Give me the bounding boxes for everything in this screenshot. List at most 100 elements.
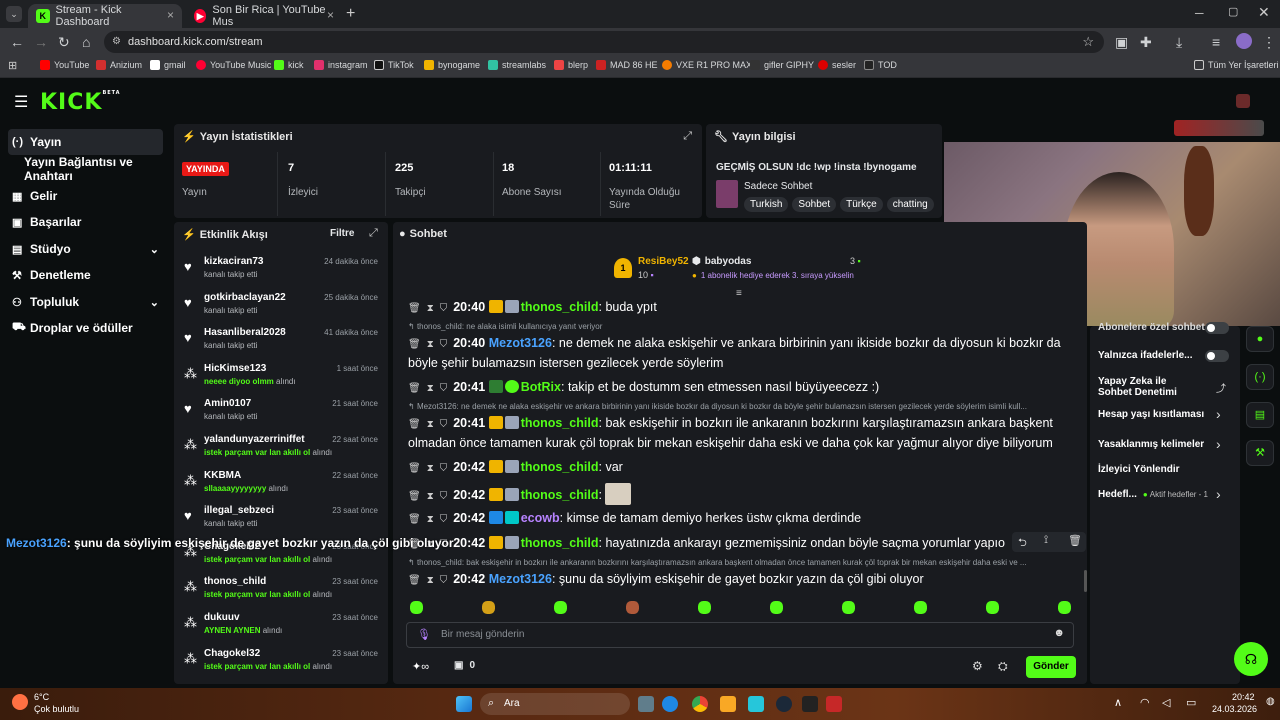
- hamburger-menu-icon[interactable]: ☰: [14, 92, 28, 112]
- activity-item[interactable]: ⁂ HicKimse123 1 saat önce neeee diyoo olmm …: [178, 361, 384, 395]
- epic-games-icon[interactable]: [802, 696, 818, 712]
- bookmark-anizium[interactable]: Anizium: [96, 60, 142, 70]
- tray-chevron-icon[interactable]: ∧: [1114, 696, 1122, 709]
- back-icon[interactable]: ←: [10, 34, 24, 50]
- screenshot-icon[interactable]: ▣: [1115, 34, 1128, 51]
- timeout-icon[interactable]: ⧗: [427, 459, 434, 478]
- setting-subs-only[interactable]: Abonelere özel sohbet: [1098, 322, 1205, 333]
- activity-username[interactable]: yalandunyazerriniffet: [204, 434, 305, 445]
- profile-avatar-icon[interactable]: [1236, 33, 1252, 49]
- microphone-icon[interactable]: 🎙︎: [417, 628, 431, 641]
- bookmark-giphy[interactable]: gifler GIPHY: [750, 60, 814, 70]
- close-window-button[interactable]: ✕: [1258, 4, 1270, 21]
- message-username[interactable]: thonos_child: [521, 300, 599, 314]
- sidebar-item-yayin[interactable]: (·) Yayın: [8, 129, 163, 155]
- moderation-button[interactable]: ⚒: [1246, 440, 1274, 466]
- chat-message[interactable]: 🗑︎ ⧗ ⛉ 20:42 thonos_child:: [408, 483, 1088, 506]
- category-name[interactable]: Sadece Sohbet: [744, 181, 812, 192]
- obs-icon[interactable]: [826, 696, 842, 712]
- chat-input[interactable]: 🎙︎ Bir mesaj gönderin ☻: [406, 622, 1074, 648]
- apps-grid-icon[interactable]: ⊞: [8, 59, 17, 72]
- tab-kick-dashboard[interactable]: K Stream - Kick Dashboard ×: [28, 4, 182, 28]
- tab-list-icon[interactable]: ⌄: [6, 6, 22, 22]
- setting-banned-words[interactable]: Yasaklanmış kelimeler: [1098, 439, 1204, 450]
- close-tab-icon[interactable]: ×: [327, 8, 334, 22]
- gift-counter[interactable]: ▣ 0: [454, 660, 475, 671]
- sidebar-item-droplar[interactable]: ⛟ Droplar ve ödüller: [8, 315, 163, 341]
- activity-item[interactable]: ⁂ thonos_child 23 saat önce istek parçam va…: [178, 574, 384, 608]
- message-username[interactable]: thonos_child: [521, 460, 599, 474]
- activity-item[interactable]: ♥ kizkaciran73 24 dakika önce kanalı takip …: [178, 254, 384, 288]
- start-button-icon[interactable]: [456, 696, 472, 712]
- delete-message-icon[interactable]: 🗑︎: [408, 459, 421, 478]
- maximize-button[interactable]: ▢: [1228, 5, 1238, 18]
- emote-only-toggle[interactable]: [1205, 350, 1229, 362]
- emoji-icon[interactable]: ☻: [1053, 627, 1065, 639]
- expand-icon[interactable]: ⤢: [369, 227, 378, 240]
- ban-icon[interactable]: ⛉: [440, 299, 448, 318]
- chat-toggle-button[interactable]: ●: [1246, 326, 1274, 352]
- delete-message-icon[interactable]: 🗑︎: [408, 379, 421, 398]
- sidebar-item-basarilar[interactable]: ▣ Başarılar: [8, 209, 163, 235]
- emote-button[interactable]: [842, 601, 855, 614]
- chat-message[interactable]: 🗑︎ ⧗ ⛉ 20:42 Mezot3126: şunu da söyliyim es…: [408, 570, 1088, 590]
- activity-username[interactable]: Chagokel32: [204, 648, 260, 659]
- taskbar-search[interactable]: ⌕ Ara: [480, 693, 630, 715]
- mod-tools-icon[interactable]: ⛭: [998, 659, 1008, 674]
- activity-username[interactable]: KKBMA: [204, 470, 241, 481]
- downloads-icon[interactable]: ⤓: [1176, 34, 1182, 51]
- message-username[interactable]: thonos_child: [521, 536, 599, 550]
- task-view-icon[interactable]: [638, 696, 654, 712]
- subs-only-toggle[interactable]: [1205, 322, 1229, 334]
- bookmark-vxe[interactable]: VXE R1 PRO MAX: [662, 60, 752, 70]
- timeout-icon[interactable]: ⧗: [427, 335, 434, 354]
- message-username[interactable]: Mezot3126: [489, 336, 552, 350]
- ban-icon[interactable]: ⛉: [440, 487, 448, 506]
- battery-icon[interactable]: ▭: [1186, 696, 1196, 709]
- chrome-icon[interactable]: [692, 696, 708, 712]
- delete-message-icon[interactable]: 🗑︎: [408, 335, 421, 354]
- bookmark-sesler[interactable]: sesler: [818, 60, 856, 70]
- message-username[interactable]: thonos_child: [521, 416, 599, 430]
- ban-icon[interactable]: ⛉: [440, 335, 448, 354]
- bookmark-youtube[interactable]: YouTube: [40, 60, 89, 70]
- bookmark-gmail[interactable]: gmail: [150, 60, 186, 70]
- bookmark-tod[interactable]: TOD: [864, 60, 897, 70]
- bookmark-star-icon[interactable]: ☆: [1082, 31, 1094, 53]
- ban-icon[interactable]: ⛉: [440, 510, 448, 529]
- bookmark-tiktok[interactable]: TikTok: [374, 60, 414, 70]
- tag[interactable]: Türkçe: [840, 197, 883, 212]
- expand-icon[interactable]: ⤢: [683, 130, 692, 143]
- reply-context[interactable]: ↰ thonos_child: bak eskişehir in bozkırı…: [408, 558, 1068, 567]
- reply-icon[interactable]: ⮌: [1018, 534, 1027, 553]
- tab-youtube-music[interactable]: ▶ Son Bir Rica | YouTube Mus ×: [186, 4, 342, 28]
- emote-button[interactable]: [554, 601, 567, 614]
- emote-button[interactable]: [698, 601, 711, 614]
- message-username[interactable]: ecowb: [521, 511, 560, 525]
- activity-username[interactable]: gotkirbaclayan22: [204, 292, 286, 303]
- emote-button[interactable]: [410, 601, 423, 614]
- chat-message[interactable]: 🗑︎ ⧗ ⛉ 20:42 thonos_child: hayatınızda anka…: [408, 534, 1088, 554]
- filter-button[interactable]: Filtre: [330, 228, 354, 239]
- activity-item[interactable]: ♥ illegal_sebzeci 23 saat önce kanalı takip…: [178, 503, 384, 537]
- url-field[interactable]: ⚙ dashboard.kick.com/stream ☆: [104, 31, 1104, 53]
- channel-points[interactable]: ✦∞: [412, 660, 429, 673]
- chat-scrollbar[interactable]: [1084, 570, 1087, 592]
- ban-icon[interactable]: ⛉: [440, 415, 448, 434]
- ban-icon[interactable]: ⛉: [440, 459, 448, 478]
- delete-icon[interactable]: 🗑︎: [1068, 534, 1082, 547]
- external-link-icon[interactable]: ⤴: [1216, 380, 1226, 395]
- setting-goals[interactable]: Hedefl... ● Aktif hedefler - 1: [1098, 489, 1208, 500]
- forward-icon[interactable]: →: [34, 34, 48, 50]
- pin-icon[interactable]: ⟟: [1044, 534, 1048, 547]
- message-username[interactable]: BotRix: [521, 380, 561, 394]
- activity-item[interactable]: ⁂ KKBMA 22 saat önce sllaaaayyyyyyyy alındı: [178, 468, 384, 502]
- menu-kebab-icon[interactable]: ⋮: [1262, 34, 1276, 51]
- tag[interactable]: Turkish: [744, 197, 789, 212]
- chat-message[interactable]: 🗑︎ ⧗ ⛉ 20:40 thonos_child: buda ypıt: [408, 298, 1088, 318]
- activity-username[interactable]: illegal_sebzeci: [204, 505, 274, 516]
- wifi-icon[interactable]: ◠: [1140, 696, 1150, 709]
- timeout-icon[interactable]: ⧗: [427, 415, 434, 434]
- setting-raid[interactable]: İzleyici Yönlendir: [1098, 464, 1180, 475]
- timeout-icon[interactable]: ⧗: [427, 379, 434, 398]
